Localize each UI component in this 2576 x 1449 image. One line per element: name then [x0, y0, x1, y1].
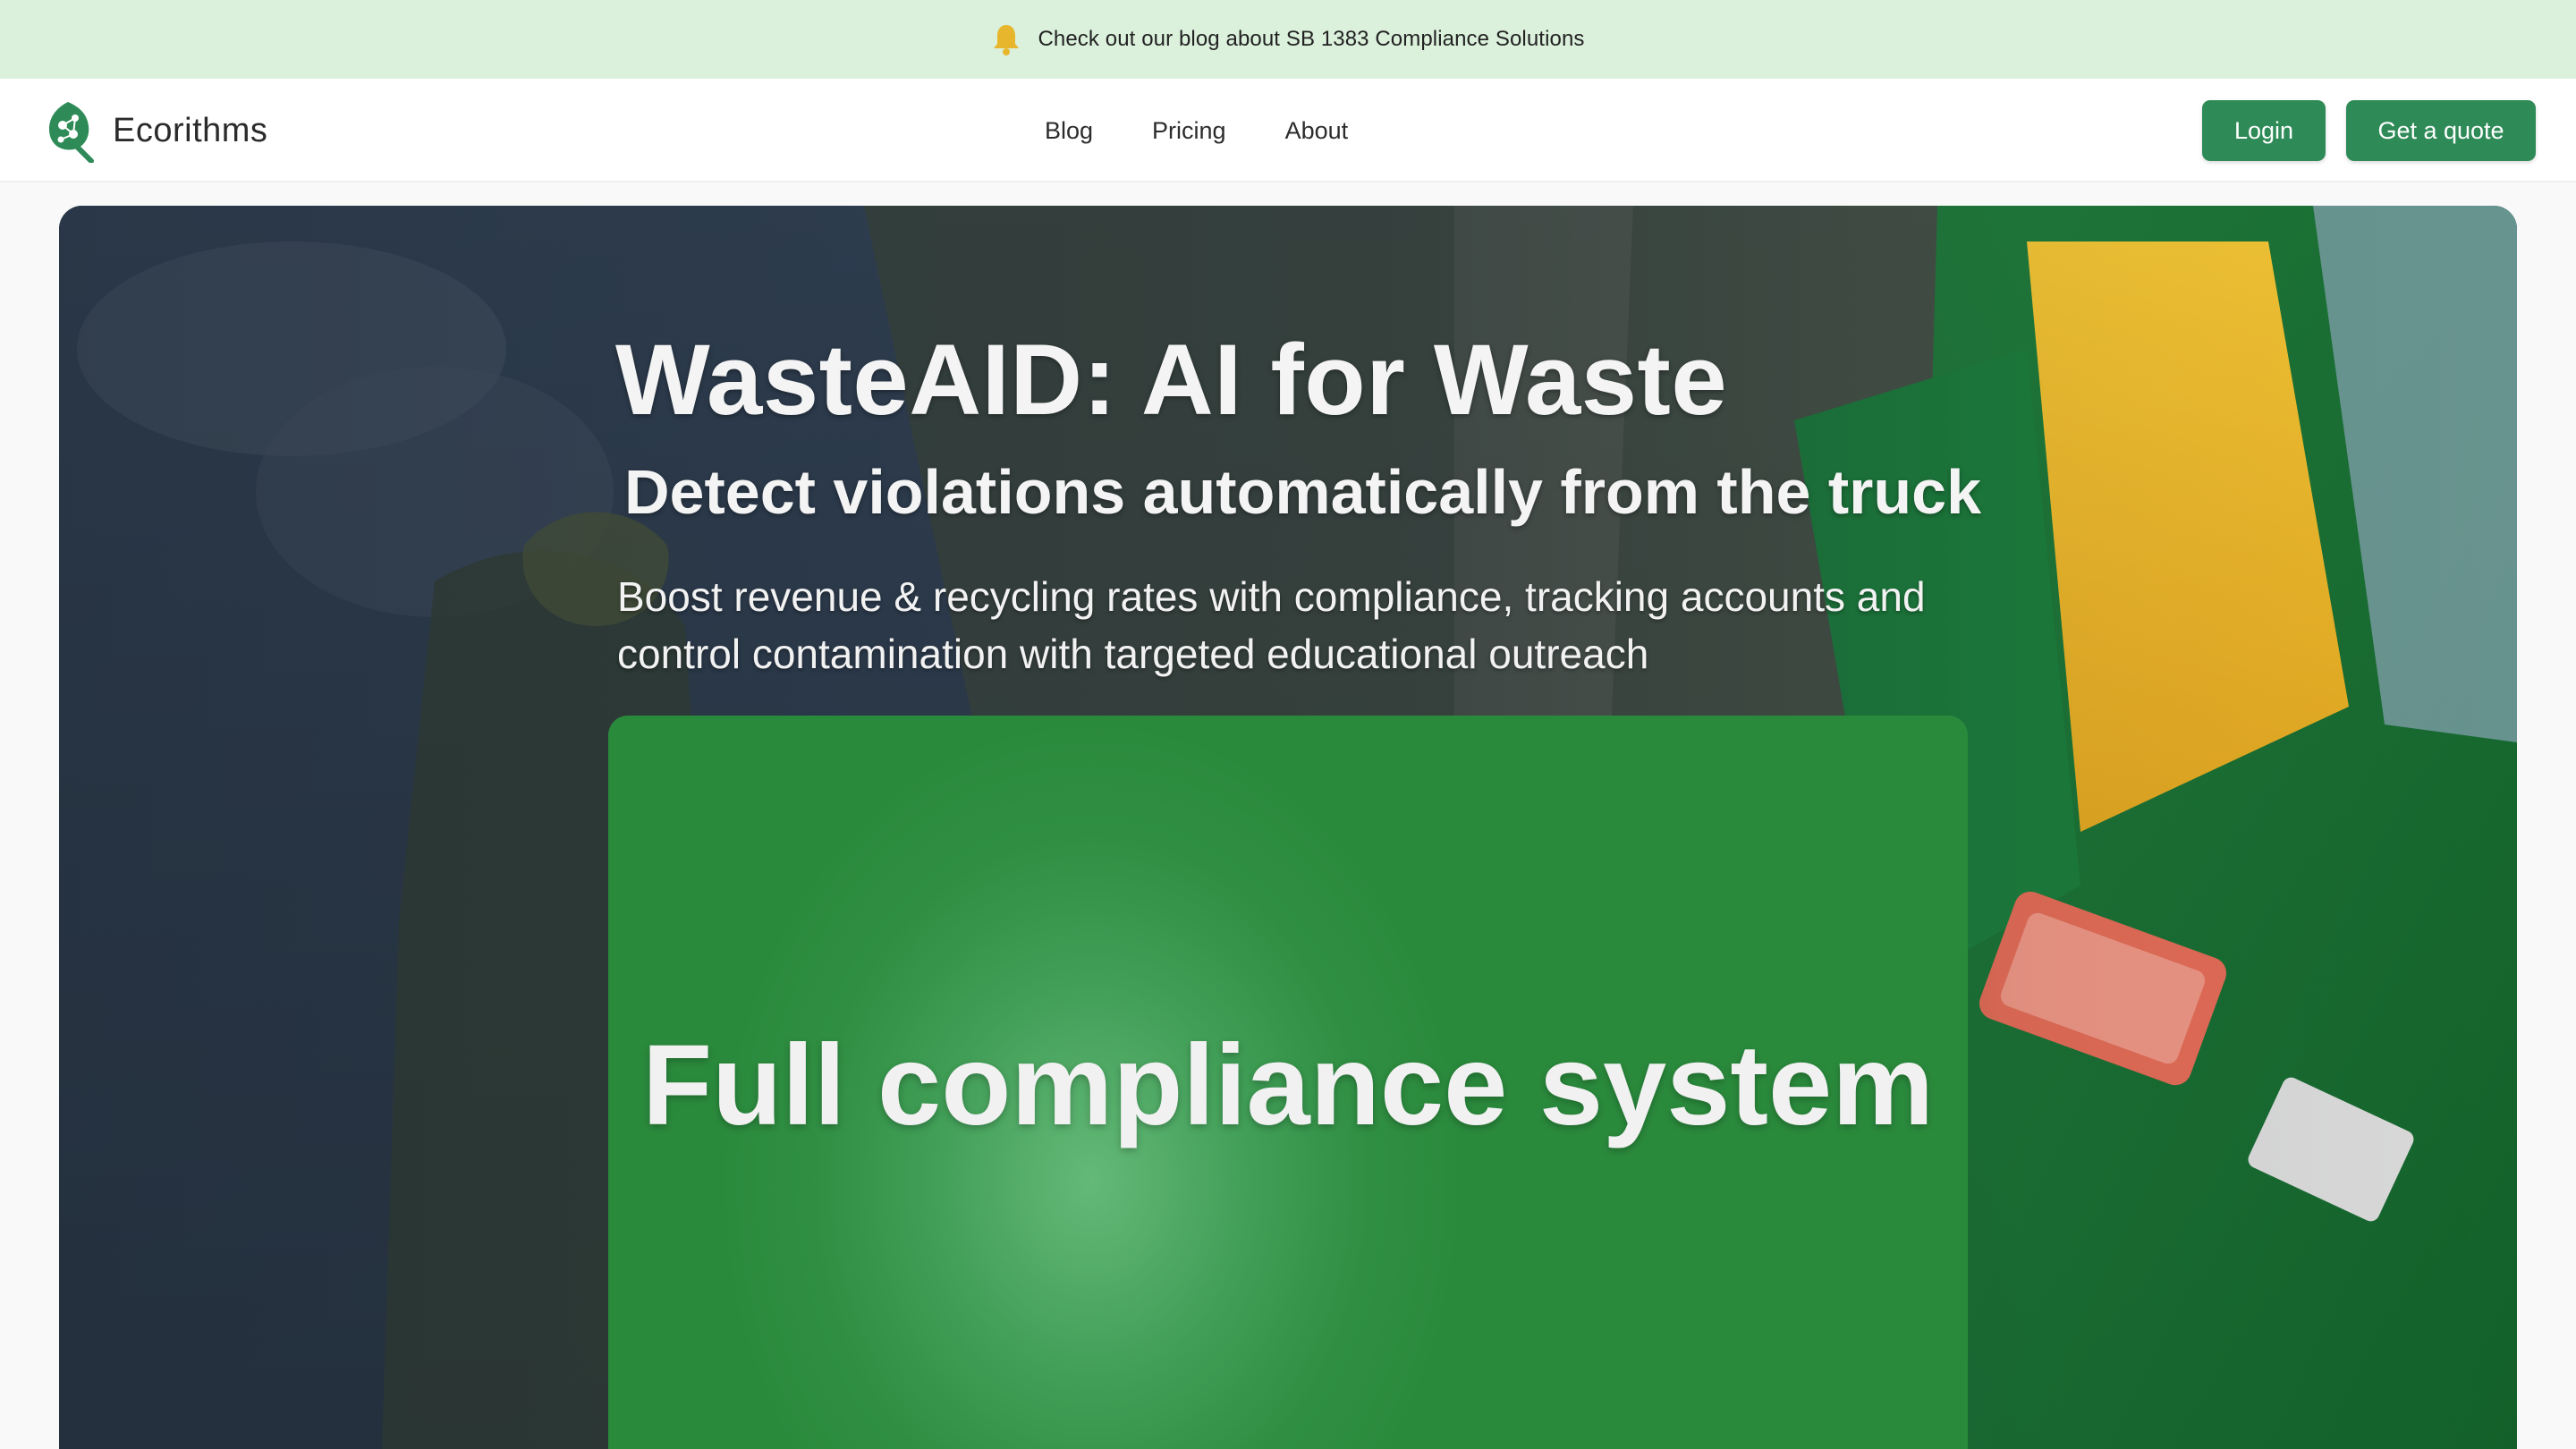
hero-title: WasteAID: AI for Waste [615, 324, 1728, 436]
hero-description: Boost revenue & recycling rates with com… [617, 573, 1926, 677]
bell-icon [991, 22, 1021, 56]
get-quote-button[interactable]: Get a quote [2346, 100, 2536, 161]
feature-card-title: Full compliance system [641, 1021, 1935, 1149]
leaf-logo-icon [45, 98, 100, 163]
nav-link-pricing[interactable]: Pricing [1152, 117, 1226, 145]
announcement-text[interactable]: Check out our blog about SB 1383 Complia… [1038, 27, 1584, 52]
hero-section: WasteAID: AI for Waste Detect violations… [59, 206, 2517, 1449]
nav-link-blog[interactable]: Blog [1045, 117, 1093, 145]
brand[interactable]: Ecorithms [45, 98, 267, 163]
brand-name: Ecorithms [113, 111, 268, 149]
feature-card: Full compliance system [608, 716, 1968, 1449]
login-button[interactable]: Login [2202, 100, 2326, 161]
hero-subtitle: Detect violations automatically from the… [624, 457, 1982, 527]
navbar: Ecorithms Blog Pricing About Login Get a… [0, 79, 2576, 182]
nav-links: Blog Pricing About [1045, 106, 1348, 156]
announcement-bar[interactable]: Check out our blog about SB 1383 Complia… [0, 0, 2576, 79]
nav-link-about[interactable]: About [1285, 117, 1349, 145]
